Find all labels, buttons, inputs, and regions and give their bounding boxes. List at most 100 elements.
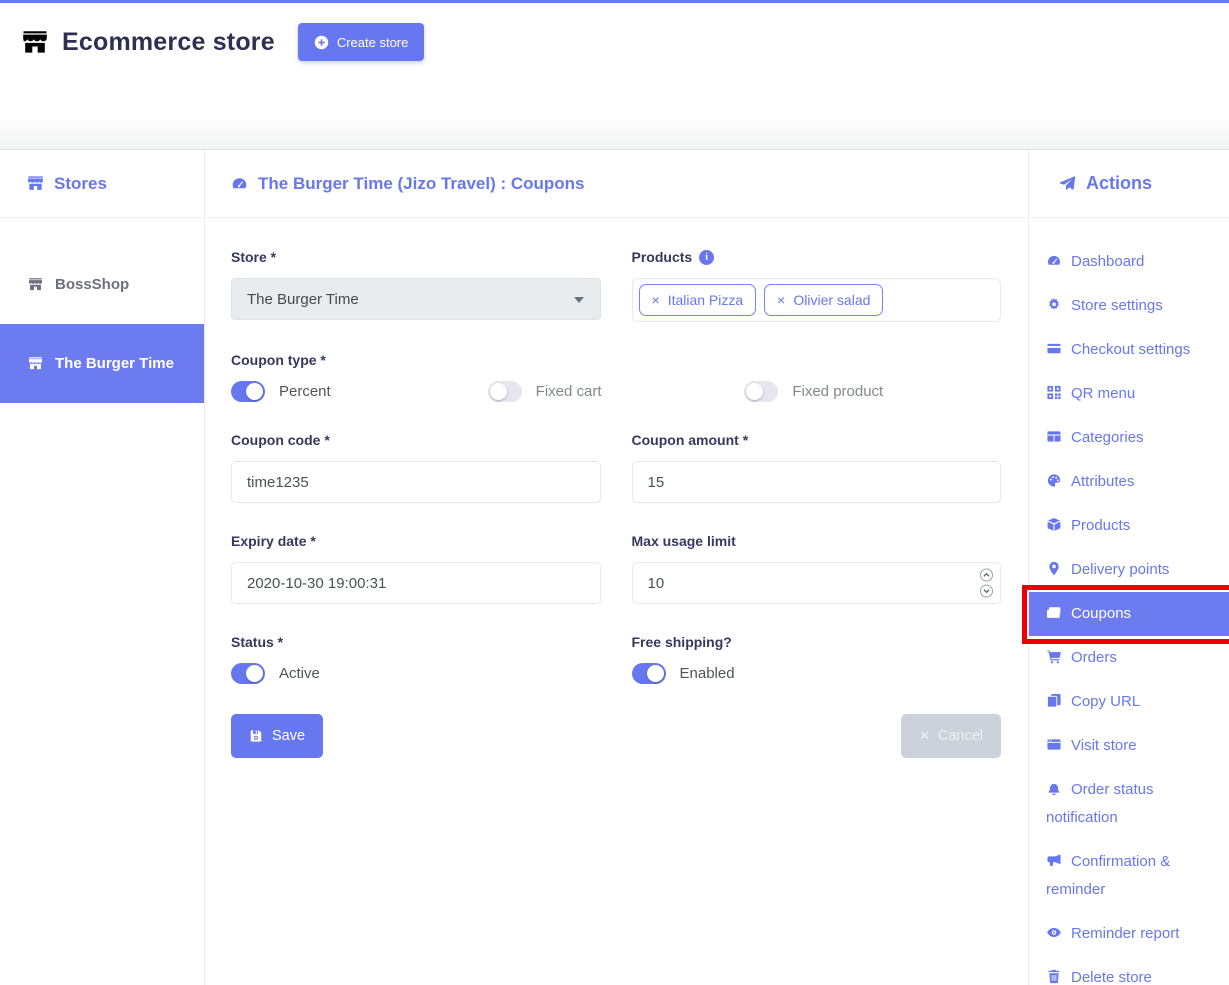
action-item-order-status-notification[interactable]: Order status notification <box>1029 768 1229 840</box>
action-item-reminder-report[interactable]: Reminder report <box>1029 912 1229 956</box>
action-item-label: Delete store <box>1071 969 1152 985</box>
fixed-product-toggle[interactable] <box>744 381 778 402</box>
store-item-label: BossShop <box>55 276 129 293</box>
stores-sidebar: Stores BossShop The Burger Time <box>0 150 205 985</box>
browser-icon <box>1046 737 1062 752</box>
coupon-type-label: Coupon type * <box>231 352 1001 368</box>
plus-circle-icon <box>314 35 329 50</box>
store-label: Store * <box>231 249 601 265</box>
action-item-attributes[interactable]: Attributes <box>1029 460 1229 504</box>
info-icon[interactable]: i <box>699 250 714 265</box>
store-item-the-burger-time[interactable]: The Burger Time <box>0 324 204 403</box>
action-item-coupons[interactable]: Coupons <box>1029 592 1229 636</box>
store-item-label: The Burger Time <box>55 355 174 372</box>
fixed-cart-label: Fixed cart <box>536 383 602 400</box>
action-item-qr-menu[interactable]: QR menu <box>1029 372 1229 416</box>
coupon-type-option-fixed-cart: Fixed cart <box>488 381 745 402</box>
coupon-code-group: Coupon code * <box>231 432 601 503</box>
action-item-products[interactable]: Products <box>1029 504 1229 548</box>
bullhorn-icon <box>1046 853 1062 868</box>
action-item-orders[interactable]: Orders <box>1029 636 1229 680</box>
cancel-button[interactable]: ✕ Cancel <box>901 714 1001 758</box>
product-tag-italian-pizza: × Italian Pizza <box>639 284 757 316</box>
map-marker-icon <box>1046 561 1062 576</box>
products-field-group: Products i ×Italian Pizza×Olivier salad <box>632 249 1002 322</box>
action-item-categories[interactable]: Categories <box>1029 416 1229 460</box>
spinner-down-button[interactable] <box>980 585 993 598</box>
store-icon <box>27 277 44 292</box>
action-item-label: Delivery points <box>1071 561 1169 578</box>
stores-header: Stores <box>0 150 204 218</box>
box-icon <box>1046 517 1062 532</box>
fixed-cart-toggle[interactable] <box>488 381 522 402</box>
action-item-label: Coupons <box>1071 605 1131 622</box>
bell-icon <box>1046 781 1062 796</box>
action-item-label: Categories <box>1071 429 1144 446</box>
store-logo-icon <box>20 29 50 56</box>
action-item-label: Dashboard <box>1071 253 1144 270</box>
action-item-label: Order status notification <box>1046 781 1154 826</box>
create-store-button[interactable]: Create store <box>298 23 425 61</box>
action-item-label: Reminder report <box>1071 925 1179 942</box>
sub-header-band <box>0 119 1229 150</box>
expiry-date-input[interactable] <box>231 562 601 604</box>
action-item-delete-store[interactable]: Delete store <box>1029 956 1229 985</box>
coupon-amount-input[interactable] <box>632 461 1002 503</box>
actions-sidebar: Actions Dashboard Store settings Checkout … <box>1028 150 1229 985</box>
save-button[interactable]: Save <box>231 714 323 758</box>
products-label: Products <box>632 249 693 265</box>
action-item-visit-store[interactable]: Visit store <box>1029 724 1229 768</box>
action-item-label: Checkout settings <box>1071 341 1190 358</box>
expiry-date-group: Expiry date * <box>231 533 601 604</box>
action-item-label: Products <box>1071 517 1130 534</box>
product-tag-label: Italian Pizza <box>668 292 743 308</box>
coupon-code-input[interactable] <box>231 461 601 503</box>
action-item-confirmation-reminder[interactable]: Confirmation & reminder <box>1029 840 1229 912</box>
max-usage-input[interactable] <box>632 562 1002 604</box>
store-select-value: The Burger Time <box>247 291 359 308</box>
actions-header-label: Actions <box>1086 173 1152 194</box>
action-item-delivery-points[interactable]: Delivery points <box>1029 548 1229 592</box>
remove-tag-icon[interactable]: × <box>652 293 660 307</box>
store-icon <box>27 356 44 371</box>
store-select[interactable]: The Burger Time <box>231 278 601 320</box>
expiry-date-label: Expiry date * <box>231 533 601 549</box>
free-shipping-group: Free shipping? Enabled <box>632 634 1002 684</box>
page-title: The Burger Time (Jizo Travel) : Coupons <box>258 174 585 194</box>
chevron-up-icon <box>983 573 990 578</box>
spinner-up-button[interactable] <box>980 569 993 582</box>
coupon-code-label: Coupon code * <box>231 432 601 448</box>
trash-icon <box>1046 969 1062 984</box>
coupon-type-option-percent: Percent <box>231 381 488 402</box>
create-store-label: Create store <box>337 35 409 50</box>
store-field-group: Store * The Burger Time <box>231 249 601 322</box>
tachometer-icon <box>231 175 248 192</box>
action-item-label: Orders <box>1071 649 1117 666</box>
eye-icon <box>1046 925 1062 940</box>
save-label: Save <box>272 728 305 744</box>
free-shipping-toggle[interactable] <box>632 663 666 684</box>
cart-icon <box>1046 649 1062 664</box>
action-item-dashboard[interactable]: Dashboard <box>1029 240 1229 284</box>
app-title: Ecommerce store <box>62 28 275 57</box>
max-usage-label: Max usage limit <box>632 533 1002 549</box>
fixed-product-label: Fixed product <box>792 383 883 400</box>
action-item-label: Store settings <box>1071 297 1163 314</box>
status-group: Status * Active <box>231 634 601 684</box>
main-panel: The Burger Time (Jizo Travel) : Coupons … <box>205 150 1028 985</box>
qrcode-icon <box>1046 385 1062 400</box>
action-item-store-settings[interactable]: Store settings <box>1029 284 1229 328</box>
status-toggle[interactable] <box>231 663 265 684</box>
page: Ecommerce store Create store Stores Boss… <box>0 0 1229 985</box>
remove-tag-icon[interactable]: × <box>777 293 785 307</box>
store-item-bossshop[interactable]: BossShop <box>0 245 204 324</box>
action-item-copy-url[interactable]: Copy URL <box>1029 680 1229 724</box>
action-item-checkout-settings[interactable]: Checkout settings <box>1029 328 1229 372</box>
actions-list: Dashboard Store settings Checkout settings… <box>1029 218 1229 985</box>
action-item-label: Copy URL <box>1071 693 1140 710</box>
percent-toggle[interactable] <box>231 381 265 402</box>
app-header: Ecommerce store Create store <box>0 3 1229 119</box>
coupon-amount-group: Coupon amount * <box>632 432 1002 503</box>
percent-label: Percent <box>279 383 331 400</box>
products-multiselect[interactable]: ×Italian Pizza×Olivier salad <box>632 278 1002 322</box>
